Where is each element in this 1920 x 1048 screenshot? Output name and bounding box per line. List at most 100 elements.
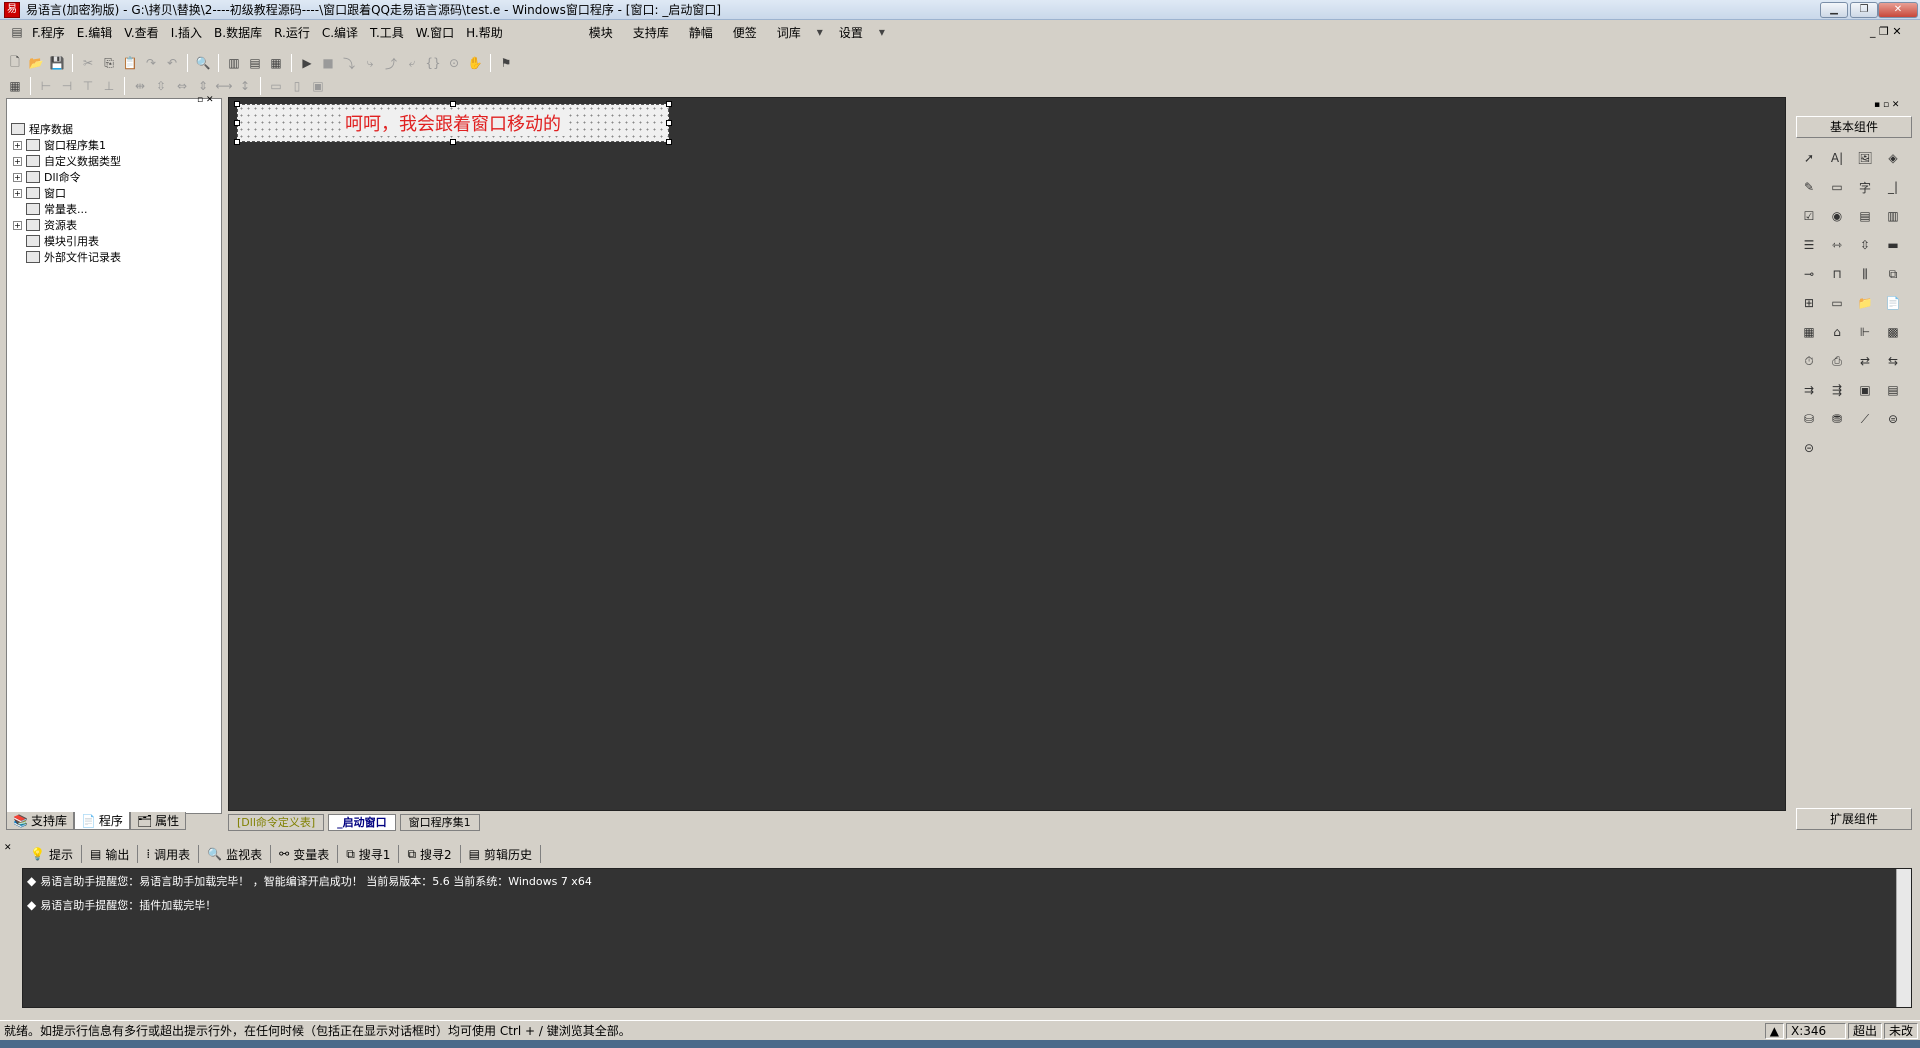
menu-edit[interactable]: E.编辑: [71, 24, 118, 41]
checklist-icon[interactable]: ☰: [1798, 235, 1820, 255]
layout-3-icon[interactable]: ▦: [267, 54, 285, 72]
menu-compile[interactable]: C.编译: [316, 24, 364, 41]
menu-run[interactable]: R.运行: [268, 24, 316, 41]
printer-icon[interactable]: ⎙: [1826, 351, 1848, 371]
tab-properties[interactable]: 🗂 属性: [129, 812, 187, 830]
client-icon[interactable]: ⇉: [1798, 380, 1820, 400]
step-over-icon[interactable]: ⤴: [382, 54, 400, 72]
palette-controls[interactable]: ▪ ▫ ✕: [1874, 100, 1899, 110]
tab-search2[interactable]: ⧉ 搜寻2: [399, 845, 461, 863]
tab-output[interactable]: ▤ 输出: [82, 845, 139, 863]
tree-item[interactable]: 模块引用表: [26, 233, 99, 249]
space-v-icon[interactable]: ⇕: [194, 77, 212, 95]
progress-icon[interactable]: ▬: [1882, 235, 1904, 255]
output-scrollbar[interactable]: [1896, 869, 1911, 1007]
resize-handle[interactable]: [666, 120, 672, 126]
center-h-icon[interactable]: ⇹: [131, 77, 149, 95]
menu-tools[interactable]: T.工具: [364, 24, 410, 41]
menu-support-lib[interactable]: 支持库: [623, 24, 679, 41]
copy-icon[interactable]: ⎘: [100, 54, 118, 72]
split-icon[interactable]: ⫼: [1854, 264, 1876, 284]
menu-insert[interactable]: I.插入: [165, 24, 208, 41]
resize-handle[interactable]: [450, 101, 456, 107]
scroll-up-icon[interactable]: ▲: [1764, 1022, 1784, 1039]
database-icon[interactable]: ⛁: [1798, 409, 1820, 429]
chart-icon[interactable]: ⟋: [1854, 409, 1876, 429]
paste-icon[interactable]: 📋: [121, 54, 139, 72]
server-icon[interactable]: ⇶: [1826, 380, 1848, 400]
tree-item[interactable]: 常量表...: [26, 201, 88, 217]
size-width-icon[interactable]: ▭: [267, 77, 285, 95]
tab-window-assembly[interactable]: 窗口程序集1: [399, 814, 480, 831]
expand-icon[interactable]: +: [13, 172, 22, 182]
resize-handle[interactable]: [666, 139, 672, 145]
text-icon[interactable]: 字: [1854, 177, 1876, 197]
helper-icon[interactable]: ⚑: [497, 54, 515, 72]
slider-icon[interactable]: ⊸: [1798, 264, 1820, 284]
pointer-icon[interactable]: ➚: [1798, 148, 1820, 168]
minimize-button[interactable]: ▁: [1820, 2, 1848, 18]
expand-icon[interactable]: +: [13, 140, 22, 150]
scroll-h-icon[interactable]: ⇿: [1826, 235, 1848, 255]
output-close[interactable]: ✕: [4, 843, 12, 853]
expand-icon[interactable]: +: [13, 156, 22, 166]
basic-components-header[interactable]: 基本组件: [1796, 116, 1912, 138]
mdi-controls[interactable]: _ ❐ ✕: [1870, 25, 1902, 38]
label-icon[interactable]: A|: [1826, 148, 1848, 168]
tab-clip-history[interactable]: ▤ 剪辑历史: [461, 845, 542, 863]
folder-icon[interactable]: 📁: [1854, 293, 1876, 313]
timer-icon[interactable]: ⏱: [1798, 351, 1820, 371]
odbc2-icon[interactable]: ⊝: [1798, 438, 1820, 458]
tab-hint[interactable]: 💡 提示: [22, 845, 82, 863]
center-v-icon[interactable]: ⇳: [152, 77, 170, 95]
chevron-down-icon[interactable]: ▾: [873, 23, 891, 41]
menu-settings[interactable]: 设置: [829, 24, 873, 41]
align-bottom-icon[interactable]: ⊥: [100, 77, 118, 95]
menu-database[interactable]: B.数据库: [208, 24, 268, 41]
tree-item[interactable]: + 自定义数据类型: [13, 153, 121, 169]
stop-icon[interactable]: ■: [319, 54, 337, 72]
tab-watch[interactable]: 🔍 监视表: [199, 845, 272, 863]
menu-help[interactable]: H.帮助: [460, 24, 509, 41]
layout-1-icon[interactable]: ▥: [225, 54, 243, 72]
label-control[interactable]: 呵呵，我会跟着窗口移动的: [237, 104, 669, 142]
tree-item[interactable]: + 资源表: [13, 217, 77, 233]
watch-icon[interactable]: ⊙: [445, 54, 463, 72]
tab-control-icon[interactable]: ⊓: [1826, 264, 1848, 284]
combobox-icon[interactable]: ▤: [1854, 206, 1876, 226]
shape-icon[interactable]: ◈: [1882, 148, 1904, 168]
grid-icon[interactable]: ▦: [6, 77, 24, 95]
size-both-icon[interactable]: ▣: [309, 77, 327, 95]
menu-view[interactable]: V.查看: [118, 24, 164, 41]
hand-icon[interactable]: ✋: [466, 54, 484, 72]
align-top-icon[interactable]: ⊤: [79, 77, 97, 95]
size-height-icon[interactable]: ▯: [288, 77, 306, 95]
expand-icon[interactable]: +: [13, 220, 22, 230]
undo-icon[interactable]: ↶: [163, 54, 181, 72]
calendar-icon[interactable]: ▩: [1882, 322, 1904, 342]
radio-icon[interactable]: ◉: [1826, 206, 1848, 226]
menu-module[interactable]: 模块: [579, 24, 623, 41]
space-h-icon[interactable]: ⇔: [173, 77, 191, 95]
menu-static[interactable]: 静幅: [679, 24, 723, 41]
same-width-icon[interactable]: ⟷: [215, 77, 233, 95]
menu-program[interactable]: F.程序: [26, 24, 71, 41]
odbc-icon[interactable]: ⊜: [1882, 409, 1904, 429]
open-folder-icon[interactable]: 📂: [27, 54, 45, 72]
menu-window[interactable]: W.窗口: [410, 24, 460, 41]
step-icon[interactable]: ⤵: [340, 54, 358, 72]
panel2-icon[interactable]: ▤: [1882, 380, 1904, 400]
align-right-icon[interactable]: ⊣: [58, 77, 76, 95]
tab-dll-definitions[interactable]: [Dll命令定义表]: [228, 814, 325, 831]
scroll-v-icon[interactable]: ⇳: [1854, 235, 1876, 255]
step-into-icon[interactable]: ⤷: [361, 54, 379, 72]
tab-startup-window[interactable]: _启动窗口: [328, 814, 396, 831]
database2-icon[interactable]: ⛃: [1826, 409, 1848, 429]
tree-root[interactable]: 程序数据: [11, 121, 73, 137]
output-console[interactable]: ◆ 易语言助手提醒您：易语言助手加载完毕！ ，智能编译开启成功！ 当前易版本：5…: [22, 868, 1912, 1008]
menu-notes[interactable]: 便签: [723, 24, 767, 41]
tab-support-lib[interactable]: 📚 支持库: [6, 812, 74, 830]
table-icon[interactable]: ▦: [1798, 322, 1820, 342]
tab-variables[interactable]: ⚯ 变量表: [271, 845, 339, 863]
save-icon[interactable]: 💾: [48, 54, 66, 72]
